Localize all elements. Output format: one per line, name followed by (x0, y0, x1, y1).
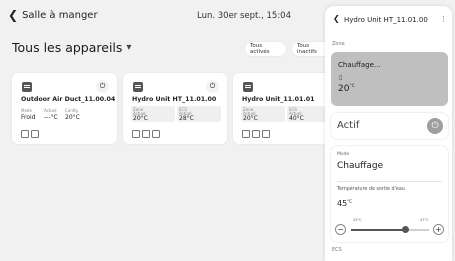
schedule-icon (262, 130, 270, 138)
zone-section-label: Zone (332, 41, 345, 47)
all-devices-dropdown[interactable]: Tous les appareils ▾ (12, 40, 131, 55)
power-icon: ⏻ (209, 82, 216, 90)
device-card-outdoor-air-duct[interactable]: ⏻ Outdoor Air Duct_11.00.04 Mode Froid A… (12, 73, 117, 144)
panel-back-icon[interactable]: ❮ (333, 14, 340, 23)
device-name: Outdoor Air Duct_11.00.04 (21, 96, 116, 103)
water-tank-icon (142, 130, 150, 138)
device-icon (133, 82, 143, 92)
slider-min-label: 25°C (353, 218, 362, 222)
actual-label: Actuel (44, 108, 57, 113)
mode-value[interactable]: Chauffage (337, 161, 383, 171)
ecs-temp: 40°C (289, 115, 304, 122)
increase-button[interactable]: + (433, 224, 444, 235)
thermostat-icon (132, 130, 140, 138)
thermostat-icon (242, 130, 250, 138)
zone-temperature: 20°C (338, 84, 355, 94)
ecs-temp: 28°C (179, 115, 194, 122)
power-toggle-button[interactable]: ⏻ (427, 118, 443, 134)
mode-value: Froid (21, 114, 36, 121)
divider (337, 181, 442, 182)
power-button[interactable]: ⏻ (96, 80, 109, 93)
power-button[interactable]: ⏻ (206, 80, 219, 93)
date-time: Lun. 30er sept., 15:04 (197, 11, 291, 21)
thermostat-icon (21, 130, 29, 138)
zone-temp-unit: °C (349, 84, 355, 89)
mode-label: Mode (337, 152, 350, 157)
schedule-icon (31, 130, 39, 138)
config-value: 20°C (65, 114, 80, 121)
device-card-hydro-unit-ht[interactable]: ⏻ Hydro Unit HT_11.01.00 Zone Actuel 20°… (123, 73, 227, 144)
chevron-left-icon: ❮ (8, 8, 19, 22)
slider-thumb[interactable] (402, 226, 410, 233)
ecs-section-label: ECS (332, 247, 342, 253)
water-temp-value: 45 (337, 199, 348, 208)
chevron-down-icon: ▾ (126, 42, 132, 53)
zone-temp-value: 20 (338, 84, 350, 94)
water-temp-label: Température de sortie d'eau (337, 187, 405, 192)
device-detail-panel: ❮ Hydro Unit HT_11.01.00 ⋮ Zone Chauffag… (325, 6, 452, 261)
device-icon (22, 82, 32, 92)
active-label: Actif (337, 120, 360, 131)
mode-card: Mode Chauffage Température de sortie d'e… (331, 146, 448, 242)
schedule-icon (152, 130, 160, 138)
all-on-button[interactable]: Tous activés (245, 42, 286, 56)
zone-temp: 20°C (243, 115, 258, 122)
water-temp-unit: °C (347, 199, 352, 204)
device-name: Hydro Unit_11.01.01 (242, 96, 315, 103)
zone-temp: 20°C (133, 115, 148, 122)
slider-max-label: 47°C (420, 218, 429, 222)
decrease-button[interactable]: − (335, 224, 346, 235)
zone-status: Chauffage... (338, 61, 381, 69)
slider-fill (351, 229, 406, 231)
device-name: Hydro Unit HT_11.01.00 (132, 96, 217, 103)
zone-status-card[interactable]: Chauffage... ▯ 20°C (331, 52, 448, 106)
zone-box: Zone Actuel 20°C (241, 106, 285, 122)
mode-label: Mode (21, 108, 32, 113)
config-label: Config (65, 108, 78, 113)
actual-value: ---°C (44, 114, 58, 121)
device-card-hydro-unit[interactable]: Hydro Unit_11.01.01 Zone Actuel 20°C ECS… (233, 73, 333, 144)
panel-header: ❮ Hydro Unit HT_11.01.00 ⋮ (325, 6, 452, 32)
water-temperature: 45°C (337, 199, 352, 208)
device-icon (243, 82, 253, 92)
ecs-box: ECS Actuel 28°C (177, 106, 221, 122)
panel-title: Hydro Unit HT_11.01.00 (344, 16, 428, 24)
zone-box: Zone Actuel 20°C (131, 106, 175, 122)
page-title: Tous les appareils (12, 40, 123, 55)
active-row: Actif ⏻ (331, 113, 448, 139)
room-name: Salle à manger (22, 9, 98, 21)
thermostat-icon: ▯ (339, 74, 343, 81)
water-tank-icon (252, 130, 260, 138)
more-options-icon[interactable]: ⋮ (440, 15, 447, 23)
power-icon: ⏻ (99, 82, 106, 90)
back-button[interactable]: ❮ Salle à manger (8, 8, 98, 22)
